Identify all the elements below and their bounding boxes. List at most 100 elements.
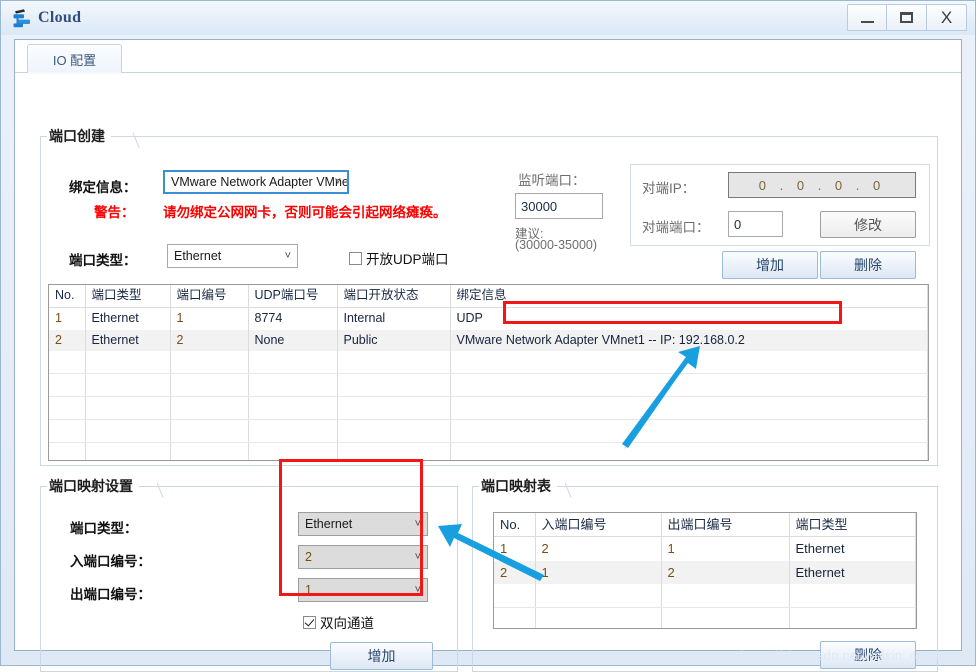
cell-port-number: 1 <box>170 307 248 329</box>
tab-bar: IO 配置 <box>15 40 961 70</box>
peer-ip-label: 对端IP： <box>642 177 695 197</box>
port-create-group-title: 端口创建 <box>47 126 111 146</box>
map-port-type-label: 端口类型： <box>70 517 138 537</box>
table-header-row: No. 端口类型 端口编号 UDP端口号 端口开放状态 绑定信息 <box>49 285 928 307</box>
table-header-row: No. 入端口编号 出端口编号 端口类型 <box>494 513 916 537</box>
col-port-type: 端口类型 <box>789 513 916 537</box>
checkbox-box <box>303 616 316 629</box>
cell-port-type: Ethernet <box>85 330 170 352</box>
watermark-text: https://blog.csdn.net/weixin_44309905 <box>740 648 969 663</box>
cell-port-state: Internal <box>337 307 450 329</box>
cell-no: 1 <box>49 307 85 329</box>
maximize-icon <box>900 12 913 23</box>
binding-info-label: 绑定信息： <box>69 176 137 196</box>
cell-binding-info: VMware Network Adapter VMnet1 -- IP: 192… <box>450 330 928 352</box>
port-type-value: Ethernet <box>174 249 221 263</box>
chevron-down-icon: ˅ <box>285 251 291 261</box>
group-title-slash <box>133 126 147 148</box>
window-controls: X <box>847 4 967 31</box>
cell-out-port: 2 <box>661 561 789 584</box>
tab-label: IO 配置 <box>53 50 96 69</box>
chevron-down-icon: ˅ <box>335 177 341 187</box>
peer-ip-value: 0 . 0 . 0 . 0 <box>759 178 885 193</box>
window-title: Cloud <box>38 9 81 27</box>
table-row-empty[interactable] <box>49 396 928 419</box>
client-area: IO 配置 端口创建 绑定信息： VMware Network Adapter … <box>14 39 962 651</box>
listen-port-value: 30000 <box>521 199 557 214</box>
map-port-type-combobox[interactable]: Ethernet ˅ <box>298 512 428 536</box>
title-bar: Cloud X <box>1 1 975 35</box>
table-row-empty[interactable] <box>494 584 916 608</box>
minimize-button[interactable] <box>847 4 887 31</box>
tab-io-config[interactable]: IO 配置 <box>27 44 122 73</box>
col-port-state: 端口开放状态 <box>337 285 450 307</box>
col-in-port: 入端口编号 <box>535 513 661 537</box>
modify-button[interactable]: 修改 <box>820 211 916 238</box>
map-in-port-combobox[interactable]: 2 ˅ <box>298 545 428 569</box>
cell-udp-port: 8774 <box>248 307 337 329</box>
table-row[interactable]: 2 Ethernet 2 None Public VMware Network … <box>49 330 928 352</box>
col-binding-info: 绑定信息 <box>450 285 928 307</box>
cell-binding-info: UDP <box>450 307 928 329</box>
col-port-type: 端口类型 <box>85 285 170 307</box>
cell-in-port: 1 <box>535 561 661 584</box>
cell-in-port: 2 <box>535 537 661 561</box>
mapping-list-table[interactable]: No. 入端口编号 出端口编号 端口类型 1 2 1 Ethernet 2 <box>493 512 917 629</box>
add-port-button[interactable]: 增加 <box>722 251 818 279</box>
table-row[interactable]: 1 2 1 Ethernet <box>494 537 916 561</box>
checkbox-box <box>349 252 362 265</box>
tab-active-cover <box>28 72 121 74</box>
table-row[interactable]: 1 Ethernet 1 8774 Internal UDP <box>49 307 928 329</box>
add-mapping-label: 增加 <box>368 646 396 666</box>
add-port-label: 增加 <box>756 255 784 275</box>
cell-no: 2 <box>49 330 85 352</box>
suggest-range: (30000-35000) <box>515 238 597 252</box>
port-list-table[interactable]: No. 端口类型 端口编号 UDP端口号 端口开放状态 绑定信息 1 Ether… <box>48 284 929 461</box>
bidirectional-channel-label: 双向通道 <box>320 612 374 632</box>
table-row-empty[interactable] <box>49 419 928 442</box>
warning-label: 警告： <box>94 201 135 221</box>
peer-ip-input[interactable]: 0 . 0 . 0 . 0 <box>728 172 916 198</box>
listen-port-input[interactable]: 30000 <box>515 193 603 219</box>
port-type-combobox[interactable]: Ethernet ˅ <box>167 244 298 268</box>
binding-info-combobox[interactable]: VMware Network Adapter VMnet1 -- IP: 192… <box>163 170 349 194</box>
maximize-button[interactable] <box>887 4 927 31</box>
chevron-down-icon: ˅ <box>415 585 421 595</box>
table-row[interactable]: 2 1 2 Ethernet <box>494 561 916 584</box>
close-icon: X <box>941 9 952 26</box>
peer-port-input[interactable]: 0 <box>728 211 783 237</box>
map-in-port-label: 入端口编号： <box>70 550 151 570</box>
delete-port-button[interactable]: 删除 <box>820 251 916 279</box>
col-no: No. <box>49 285 85 307</box>
col-out-port: 出端口编号 <box>661 513 789 537</box>
col-udp-port: UDP端口号 <box>248 285 337 307</box>
map-in-port-value: 2 <box>305 550 312 564</box>
table-row-empty[interactable] <box>49 442 928 461</box>
cell-port-type: Ethernet <box>789 537 916 561</box>
mapping-table-title: 端口映射表 <box>479 476 557 496</box>
modify-button-label: 修改 <box>854 215 882 235</box>
binding-info-value: VMware Network Adapter VMnet1 -- IP: 192… <box>171 175 349 189</box>
peer-port-label: 对端端口： <box>642 216 710 236</box>
map-out-port-combobox[interactable]: 1 ˅ <box>298 578 428 602</box>
cell-port-number: 2 <box>170 330 248 352</box>
table-row-empty[interactable] <box>49 374 928 397</box>
chevron-down-icon: ˅ <box>415 519 421 529</box>
bidirectional-channel-checkbox[interactable]: 双向通道 <box>303 612 374 632</box>
tab-underline <box>15 72 961 73</box>
listen-port-label: 监听端口： <box>518 169 586 189</box>
cell-port-type: Ethernet <box>789 561 916 584</box>
map-port-type-value: Ethernet <box>305 517 352 531</box>
warning-text: 请勿绑定公网网卡，否则可能会引起网络瘫痪。 <box>163 201 447 221</box>
map-out-port-value: 1 <box>305 583 312 597</box>
group-title-slash <box>565 476 579 498</box>
table-row-empty[interactable] <box>49 351 928 373</box>
cloud-network-icon <box>11 7 33 29</box>
open-udp-port-label: 开放UDP端口 <box>366 248 449 268</box>
table-row-empty[interactable] <box>494 608 916 629</box>
close-button[interactable]: X <box>927 4 967 31</box>
cell-out-port: 1 <box>661 537 789 561</box>
col-no: No. <box>494 513 535 537</box>
open-udp-port-checkbox[interactable]: 开放UDP端口 <box>349 248 449 268</box>
mapping-settings-title: 端口映射设置 <box>47 476 139 496</box>
